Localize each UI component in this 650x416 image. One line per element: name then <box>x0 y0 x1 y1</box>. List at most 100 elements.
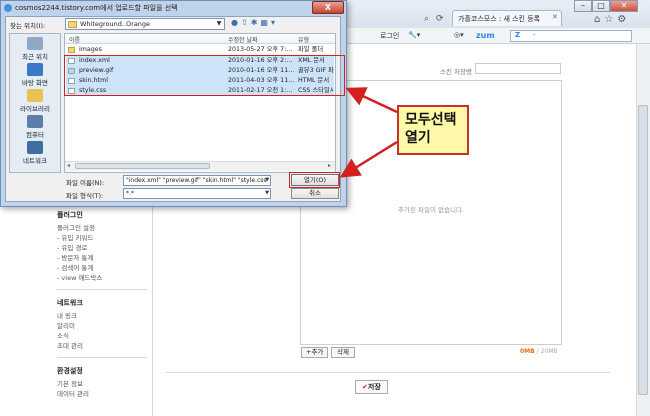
sidebar-item[interactable]: 초대 관리 <box>57 341 147 351</box>
home-icon[interactable]: ⌂ <box>594 14 604 25</box>
page-menu-icon[interactable]: ◎▾ <box>454 31 464 39</box>
cancel-button[interactable]: 취소 <box>291 188 339 199</box>
sidebar-item[interactable]: 내 링크 <box>57 311 147 321</box>
place-network[interactable]: 네트워크 <box>9 141 61 165</box>
dialog-close-button[interactable]: X <box>312 1 344 14</box>
save-label: 저장 <box>367 383 381 391</box>
computer-icon <box>27 115 43 128</box>
sidebar-item[interactable]: 알리미 <box>57 321 147 331</box>
admin-sidebar: 플러그인 플러그인 설정 - 유입 키워드 - 유입 경로 - 방문자 통계 -… <box>57 210 147 399</box>
sidebar-item[interactable]: - 방문자 통계 <box>57 253 147 263</box>
column-modified[interactable]: 수정한 날짜 <box>228 35 258 44</box>
sidebar-heading-network: 네트워크 <box>57 299 83 307</box>
sidebar-divider <box>57 357 147 358</box>
column-type[interactable]: 유형 <box>298 35 309 44</box>
file-row[interactable]: images 2013-05-27 오후 7:... 파일 폴더 <box>66 45 334 55</box>
place-desktop[interactable]: 바탕 화면 <box>9 63 61 87</box>
new-folder-icon[interactable]: ✱ <box>251 18 261 27</box>
sidebar-item[interactable]: 데이터 관리 <box>57 389 147 399</box>
instruction-callout: 모두선택 열기 <box>397 105 469 155</box>
sidebar-heading-plugin: 플러그인 <box>57 211 83 219</box>
file-modified: 2013-05-27 오후 7:... <box>228 46 293 53</box>
minimize-button[interactable]: – <box>574 0 592 12</box>
view-menu-icon[interactable]: ▦▾ <box>260 18 278 27</box>
look-in-value: Whiteground..Orange <box>80 20 151 28</box>
delete-file-button[interactable]: 삭제 <box>331 347 355 358</box>
callout-line-2: 열기 <box>405 130 431 146</box>
toolbar-search-input[interactable]: Z - <box>510 30 632 42</box>
up-folder-icon[interactable]: ⇧ <box>241 18 251 27</box>
search-icon[interactable]: ⌕ <box>424 14 429 24</box>
skin-name-label: 스킨 저장명 <box>440 68 472 76</box>
filename-label: 파일 이름(N): <box>66 179 105 187</box>
login-link[interactable]: 로그인 <box>380 31 399 41</box>
sidebar-item[interactable]: - view 애드박스 <box>57 273 147 283</box>
place-recent[interactable]: 최근 위치 <box>9 37 61 61</box>
window-close-button[interactable]: ✕ <box>610 0 638 12</box>
refresh-icon[interactable]: ⟳ <box>436 14 444 24</box>
look-in-label: 찾는 위치(I): <box>10 22 46 30</box>
place-computer[interactable]: 컴퓨터 <box>9 115 61 139</box>
scroll-right-icon[interactable]: ▸ <box>328 162 331 169</box>
dialog-nav-icons: ●⇧✱▦▾ <box>231 18 278 27</box>
look-in-dropdown[interactable]: Whiteground..Orange <box>65 18 225 30</box>
sidebar-divider <box>57 289 147 290</box>
filetype-dropdown-icon[interactable]: ▼ <box>263 189 271 198</box>
search-placeholder: - <box>533 31 536 39</box>
selected-files-highlight <box>64 55 345 96</box>
sidebar-item[interactable]: - 검색어 통계 <box>57 263 147 273</box>
add-file-button[interactable]: +추가 <box>301 347 329 358</box>
filename-dropdown-icon[interactable]: ▼ <box>263 176 271 185</box>
file-name: images <box>79 46 102 53</box>
sidebar-item[interactable]: 소식 <box>57 331 147 341</box>
storage-used: 0MB <box>520 348 535 355</box>
maximize-button[interactable]: □ <box>592 0 610 12</box>
file-type: 파일 폴더 <box>298 46 324 53</box>
storage-total: / 20MB <box>536 348 558 355</box>
desktop-icon <box>27 63 43 76</box>
scroll-left-icon[interactable]: ◂ <box>67 162 70 169</box>
recent-places-icon <box>27 37 43 50</box>
tools-icon[interactable]: 🔧▾ <box>408 31 420 39</box>
browser-toolbar-icons: ⌂☆⚙ <box>594 14 630 25</box>
content-divider <box>165 372 610 373</box>
column-name[interactable]: 이름 <box>69 35 80 44</box>
favorites-star-icon[interactable]: ☆ <box>604 14 617 25</box>
browser-tab[interactable]: 가흘코스모스 : 새 스킨 등록 <box>452 10 562 26</box>
dialog-title: cosmos2244.tistory.com에서 업로드할 파일을 선택 <box>15 4 178 12</box>
sidebar-item[interactable]: - 유입 키워드 <box>57 233 147 243</box>
page-scrollbar-thumb[interactable] <box>638 105 648 395</box>
place-label: 바탕 화면 <box>22 79 48 87</box>
open-button-highlight <box>289 172 340 188</box>
place-label: 네트워크 <box>23 157 47 165</box>
zum-logo: zum <box>476 31 495 40</box>
tab-close-icon[interactable]: ✕ <box>552 13 558 21</box>
settings-gear-icon[interactable]: ⚙ <box>617 14 630 25</box>
place-label: 최근 위치 <box>22 53 48 61</box>
sidebar-item[interactable]: 플러그인 설정 <box>57 223 147 233</box>
folder-icon <box>68 47 75 53</box>
place-libraries[interactable]: 라이브러리 <box>9 89 61 113</box>
libraries-icon <box>27 89 43 102</box>
hscrollbar-thumb[interactable] <box>75 163 210 169</box>
sidebar-item[interactable]: - 유입 경로 <box>57 243 147 253</box>
storage-usage: 0MB / 20MB <box>520 348 558 355</box>
sidebar-item[interactable]: 기본 정보 <box>57 379 147 389</box>
zum-search-icon: Z <box>515 31 521 39</box>
sidebar-border <box>152 204 153 416</box>
filename-input[interactable]: "index.xml" "preview.gif" "skin.html" "s… <box>123 175 271 186</box>
place-label: 컴퓨터 <box>26 131 44 139</box>
save-button[interactable]: ✔저장 <box>355 380 388 394</box>
sidebar-heading-settings: 환경설정 <box>57 367 83 375</box>
skin-name-input[interactable] <box>475 63 561 74</box>
filetype-label: 파일 형식(T): <box>66 192 104 200</box>
place-label: 라이브러리 <box>20 105 50 113</box>
tab-title: 가흘코스모스 : 새 스킨 등록 <box>458 15 541 23</box>
filetype-select[interactable]: *.* <box>123 188 271 199</box>
back-icon[interactable]: ● <box>231 18 241 27</box>
network-icon <box>27 141 43 154</box>
browser-globe-icon <box>4 4 12 12</box>
folder-icon <box>68 21 77 28</box>
chevron-down-icon[interactable]: ▼ <box>214 19 224 29</box>
file-list-header: 이름 수정한 날짜 유형 <box>65 34 335 44</box>
